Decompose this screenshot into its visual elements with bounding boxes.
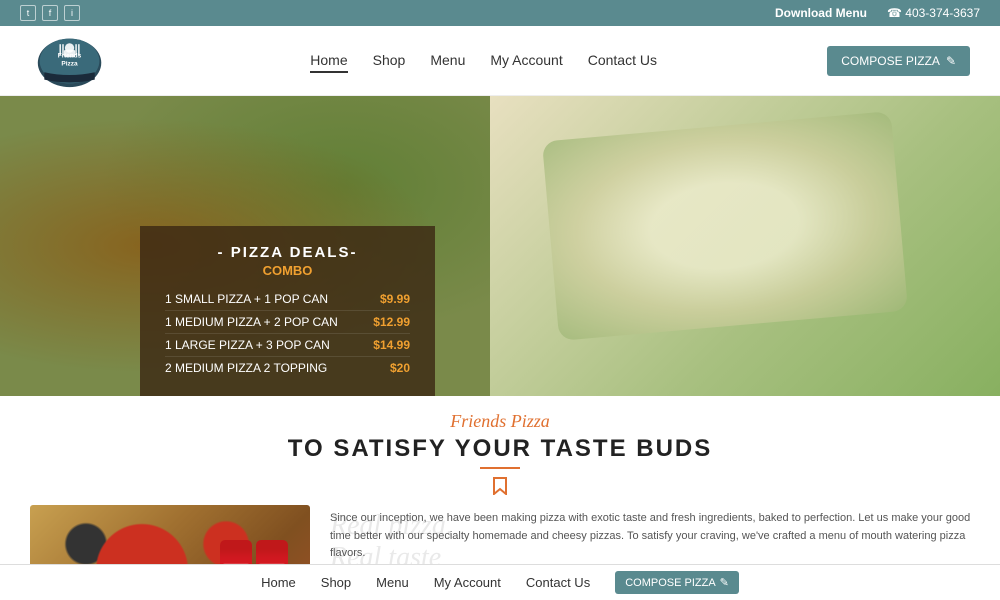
deal-price-2: $12.99 [373, 315, 410, 329]
twitter-icon[interactable]: t [20, 5, 36, 21]
hero-section: - PIZZA DEALS- COMBO 1 SMALL PIZZA + 1 P… [0, 96, 1000, 396]
deals-overlay: - PIZZA DEALS- COMBO 1 SMALL PIZZA + 1 P… [140, 226, 435, 396]
description-text: Since our inception, we have been making… [330, 505, 980, 563]
deals-title: - PIZZA DEALS- [165, 244, 410, 261]
bottom-header: Friends Pizza TO SATISFY YOUR TASTE BUDS [0, 396, 1000, 505]
deal-name-3: 1 LARGE PIZZA + 3 POP CAN [165, 338, 373, 352]
social-icons: t f i [20, 5, 80, 21]
top-bar: t f i Download Menu ☎ 403-374-3637 [0, 0, 1000, 26]
instagram-icon[interactable]: i [64, 5, 80, 21]
nav-item-account[interactable]: My Account [490, 52, 562, 70]
sticky-nav-menu[interactable]: Menu [376, 575, 409, 590]
nav-item-contact[interactable]: Contact Us [588, 52, 657, 70]
phone-number: ☎ 403-374-3637 [887, 6, 980, 20]
svg-text:Pizza: Pizza [61, 60, 78, 67]
brand-script: Friends Pizza [0, 411, 1000, 432]
sticky-compose-button[interactable]: COMPOSE PIZZA ✎ [615, 571, 739, 594]
deal-price-3: $14.99 [373, 338, 410, 352]
nav-links: Home Shop Menu My Account Contact Us [140, 52, 827, 70]
download-menu-link[interactable]: Download Menu [775, 6, 867, 20]
facebook-icon[interactable]: f [42, 5, 58, 21]
sticky-nav-shop[interactable]: Shop [321, 575, 351, 590]
sticky-nav-home[interactable]: Home [261, 575, 296, 590]
deal-row-4: 2 MEDIUM PIZZA 2 TOPPING $20 [165, 357, 410, 379]
top-bar-right: Download Menu ☎ 403-374-3637 [775, 6, 980, 20]
deal-row-1: 1 SMALL PIZZA + 1 POP CAN $9.99 [165, 288, 410, 311]
sticky-nav: Home Shop Menu My Account Contact Us COM… [0, 564, 1000, 600]
deal-name-4: 2 MEDIUM PIZZA 2 TOPPING [165, 361, 390, 375]
sticky-nav-contact[interactable]: Contact Us [526, 575, 590, 590]
compose-pizza-label: COMPOSE PIZZA [841, 54, 940, 68]
compose-icon: ✎ [946, 54, 956, 68]
top-bar-left: t f i [20, 5, 80, 21]
main-nav: Friends Pizza Home Shop Menu My Account … [0, 26, 1000, 96]
logo[interactable]: Friends Pizza [30, 28, 110, 93]
sticky-nav-account[interactable]: My Account [434, 575, 501, 590]
deal-price-4: $20 [390, 361, 410, 375]
deals-subtitle: COMBO [165, 263, 410, 278]
deal-name-1: 1 SMALL PIZZA + 1 POP CAN [165, 292, 380, 306]
nav-item-home[interactable]: Home [310, 52, 347, 70]
sticky-compose-icon: ✎ [720, 576, 729, 589]
deal-row-2: 1 MEDIUM PIZZA + 2 POP CAN $12.99 [165, 311, 410, 334]
compose-pizza-button[interactable]: COMPOSE PIZZA ✎ [827, 46, 970, 76]
logo-icon: Friends Pizza [35, 32, 105, 90]
deal-name-2: 1 MEDIUM PIZZA + 2 POP CAN [165, 315, 373, 329]
hero-right-image [490, 96, 1000, 396]
bottom-section: Friends Pizza TO SATISFY YOUR TASTE BUDS… [0, 396, 1000, 600]
divider-line [480, 467, 520, 469]
deal-price-1: $9.99 [380, 292, 410, 306]
bottom-heading: TO SATISFY YOUR TASTE BUDS [0, 435, 1000, 463]
deal-row-3: 1 LARGE PIZZA + 3 POP CAN $14.99 [165, 334, 410, 357]
nav-item-menu[interactable]: Menu [430, 52, 465, 70]
sticky-compose-label: COMPOSE PIZZA [625, 577, 715, 589]
nav-item-shop[interactable]: Shop [373, 52, 406, 70]
bookmark-icon [0, 477, 1000, 495]
